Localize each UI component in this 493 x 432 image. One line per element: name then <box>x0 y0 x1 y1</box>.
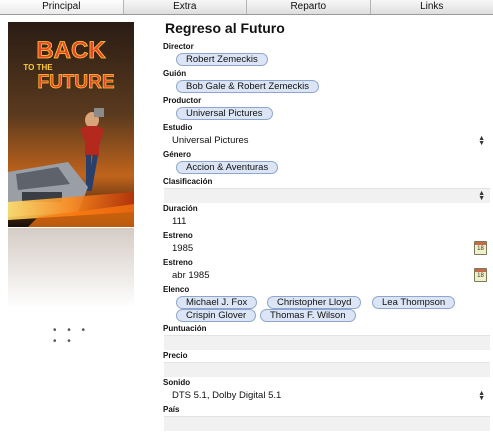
productor-token[interactable]: Universal Pictures <box>176 107 273 120</box>
estreno-date-value[interactable]: abr 1985 <box>172 270 210 281</box>
tab-links[interactable]: Links <box>371 0 493 14</box>
elenco-token[interactable]: Lea Thompson <box>372 296 456 309</box>
pais-field[interactable] <box>164 416 490 431</box>
cover-panel: BACK TO THE FUTURE • • • • • <box>0 15 158 432</box>
director-token[interactable]: Robert Zemeckis <box>176 53 268 66</box>
poster-title-line2: TO THE <box>23 63 53 72</box>
puntuacion-label: Puntuación <box>163 324 207 333</box>
elenco-token[interactable]: Crispin Glover <box>176 309 257 322</box>
precio-label: Precio <box>163 351 188 360</box>
duracion-value[interactable]: 111 <box>172 216 186 227</box>
clasificacion-stepper[interactable]: ▲ ▼ <box>478 190 485 202</box>
director-label: Director <box>163 42 194 51</box>
productor-label: Productor <box>163 96 202 105</box>
sonido-value[interactable]: DTS 5.1, Dolby Digital 5.1 <box>172 390 281 401</box>
calendar-day: 18 <box>477 246 484 252</box>
poster-title-line3: FUTURE <box>37 72 114 93</box>
calendar-icon[interactable]: 18 <box>474 241 487 255</box>
movie-poster[interactable]: BACK TO THE FUTURE <box>8 22 134 227</box>
genero-label: Género <box>163 150 192 159</box>
poster-reflection <box>8 228 134 308</box>
estreno-value[interactable]: 1985 <box>172 243 193 254</box>
sonido-label: Sonido <box>163 378 191 387</box>
estreno-date-label: Estreno <box>163 258 193 267</box>
guion-label: Guión <box>163 69 187 78</box>
calendar-icon[interactable]: 18 <box>474 268 487 282</box>
poster-artwork: BACK TO THE FUTURE <box>8 22 134 227</box>
duracion-label: Duración <box>163 204 198 213</box>
elenco-label: Elenco <box>163 285 190 294</box>
estudio-label: Estudio <box>163 123 193 132</box>
elenco-token[interactable]: Christopher Lloyd <box>267 296 362 309</box>
tab-principal[interactable]: Principal <box>0 0 124 14</box>
guion-token[interactable]: Bob Gale & Robert Zemeckis <box>176 80 320 93</box>
movie-title[interactable]: Regreso al Futuro <box>165 20 285 36</box>
clasificacion-field[interactable] <box>164 188 490 203</box>
genero-token[interactable]: Accion & Aventuras <box>176 161 279 174</box>
estudio-value[interactable]: Universal Pictures <box>172 135 249 146</box>
tab-bar: Principal Extra Reparto Links <box>0 0 493 15</box>
tab-extra[interactable]: Extra <box>124 0 247 14</box>
poster-title-line1: BACK <box>36 37 106 64</box>
puntuacion-field[interactable] <box>164 335 490 350</box>
pais-label: País <box>163 405 180 414</box>
sonido-stepper[interactable]: ▲ ▼ <box>478 390 485 402</box>
details-panel: Regreso al Futuro Director Robert Zemeck… <box>158 15 493 432</box>
calendar-day: 18 <box>477 273 484 279</box>
pager-dots[interactable]: • • • • • <box>53 325 103 347</box>
clasificacion-label: Clasificación <box>163 177 213 186</box>
tab-reparto[interactable]: Reparto <box>247 0 371 14</box>
estreno-label: Estreno <box>163 231 193 240</box>
precio-field[interactable] <box>164 362 490 377</box>
elenco-token[interactable]: Michael J. Fox <box>176 296 258 309</box>
elenco-token[interactable]: Thomas F. Wilson <box>260 309 356 322</box>
estudio-stepper[interactable]: ▲ ▼ <box>478 135 485 147</box>
